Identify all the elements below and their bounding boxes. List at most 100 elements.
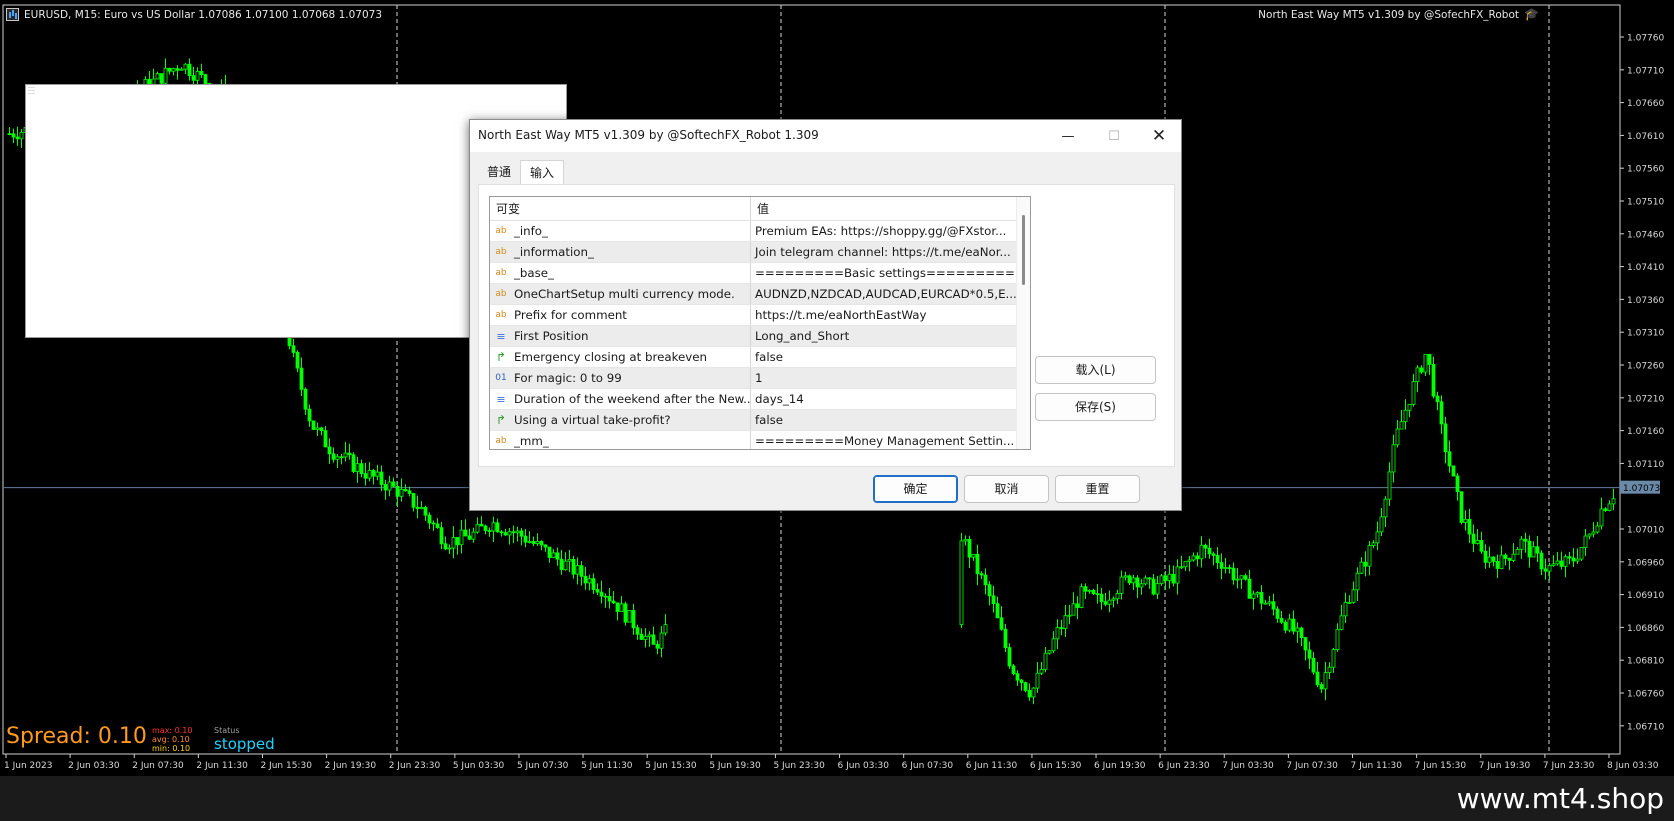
input-row[interactable]: ab _base_ =========Basic settings========= — [490, 263, 1030, 284]
input-value-cell[interactable]: Long_and_Short — [751, 326, 1016, 346]
input-row[interactable]: ≡ Duration of the weekend after the New..… — [490, 389, 1030, 410]
candle-body — [495, 522, 500, 533]
input-value-cell[interactable]: =========Money Management Settin... — [751, 431, 1016, 449]
price-label: 1.07010 — [1627, 526, 1664, 536]
candle-body — [1163, 575, 1168, 581]
candle-body — [375, 471, 380, 477]
candle-body — [351, 454, 356, 472]
ok-button[interactable]: 确定 — [873, 475, 958, 503]
time-label: 7 Jun 19:30 — [1479, 761, 1531, 771]
input-name-cell[interactable]: ≡ First Position — [490, 326, 751, 346]
candle-body — [315, 427, 320, 430]
candle-body — [1391, 444, 1396, 473]
candle-body — [403, 489, 408, 492]
input-row[interactable]: ab OneChartSetup multi currency mode. AUDN… — [490, 284, 1030, 305]
candle-body — [567, 559, 572, 562]
depth-of-market-icon[interactable] — [6, 8, 19, 21]
maximize-button[interactable]: ☐ — [1091, 120, 1137, 152]
candle-body — [487, 530, 492, 532]
candle-body — [591, 578, 596, 590]
candle-body — [499, 531, 504, 534]
input-value-cell[interactable]: false — [751, 347, 1016, 367]
candle-body — [1339, 615, 1344, 630]
candle-body — [1267, 601, 1272, 604]
candle-body — [1611, 498, 1616, 505]
input-name-cell[interactable]: ab _mm_ — [490, 431, 751, 449]
load-button[interactable]: 载入(L) — [1035, 356, 1156, 384]
time-label: 5 Jun 11:30 — [581, 761, 633, 771]
input-name-cell[interactable]: 01 For magic: 0 to 99 — [490, 368, 751, 388]
input-value-cell[interactable]: days_14 — [751, 389, 1016, 409]
dialog-tabs: 普通 输入 — [478, 160, 565, 184]
price-label: 1.07510 — [1627, 198, 1664, 208]
candle-body — [1371, 542, 1376, 546]
input-value-cell[interactable]: false — [751, 410, 1016, 430]
input-name-cell[interactable]: ↱ Emergency closing at breakeven — [490, 347, 751, 367]
input-value-cell[interactable]: AUDNZD,NZDCAD,AUDCAD,EURCAD*0.5,E... — [751, 284, 1016, 304]
input-value-cell[interactable]: =========Basic settings========= — [751, 263, 1016, 283]
input-name-cell[interactable]: ≡ Duration of the weekend after the New..… — [490, 389, 751, 409]
candle-body — [1347, 601, 1352, 604]
candle-body — [191, 75, 196, 81]
time-label: 6 Jun 03:30 — [838, 761, 890, 771]
candle-body — [19, 132, 24, 140]
candle-body — [295, 352, 300, 369]
scrollbar-thumb[interactable] — [1022, 215, 1025, 285]
dialog-titlebar[interactable]: North East Way MT5 v1.309 by @SoftechFX_… — [470, 120, 1181, 152]
input-row[interactable]: ↱ Emergency closing at breakeven false — [490, 347, 1030, 368]
minimize-button[interactable]: — — [1045, 120, 1091, 152]
cancel-button[interactable]: 取消 — [964, 475, 1049, 503]
reset-button[interactable]: 重置 — [1055, 475, 1140, 503]
input-name-cell[interactable]: ↱ Using a virtual take-profit? — [490, 410, 751, 430]
close-button[interactable]: ✕ — [1136, 120, 1182, 152]
input-value-cell[interactable]: https://t.me/eaNorthEastWay — [751, 305, 1016, 325]
candle-body — [415, 506, 420, 510]
column-header-value[interactable]: 值 — [751, 197, 1016, 220]
tab-common[interactable]: 普通 — [478, 160, 520, 184]
input-row[interactable]: ↱ Using a virtual take-profit? false — [490, 410, 1030, 431]
candle-body — [311, 420, 316, 430]
candle-body — [1183, 560, 1188, 568]
candle-body — [963, 539, 968, 542]
input-name-cell[interactable]: ab _information_ — [490, 242, 751, 262]
input-value-cell[interactable]: 1 — [751, 368, 1016, 388]
candle-body — [627, 610, 632, 623]
input-row[interactable]: ab _information_ Join telegram channel: ht… — [490, 242, 1030, 263]
candle-body — [363, 473, 368, 479]
input-row[interactable]: 01 For magic: 0 to 99 1 — [490, 368, 1030, 389]
maximize-icon: ☐ — [1108, 128, 1120, 144]
candle-body — [1003, 628, 1008, 648]
input-name-cell[interactable]: ab OneChartSetup multi currency mode. — [490, 284, 751, 304]
candle-body — [1559, 560, 1564, 567]
candle-body — [1575, 558, 1580, 562]
input-name-cell[interactable]: ab Prefix for comment — [490, 305, 751, 325]
input-name-cell[interactable]: ab _info_ — [490, 221, 751, 241]
column-header-variable[interactable]: 可变 — [490, 197, 751, 220]
input-name-cell[interactable]: ab _base_ — [490, 263, 751, 283]
input-value-cell[interactable]: Premium EAs: https://shoppy.gg/@FXstor..… — [751, 221, 1016, 241]
candle-body — [1127, 575, 1132, 584]
input-row[interactable]: ab _info_ Premium EAs: https://shoppy.gg/@… — [490, 221, 1030, 242]
candle-body — [439, 527, 444, 545]
candle-body — [1435, 395, 1440, 403]
enum-type-icon: ≡ — [496, 329, 506, 343]
input-row[interactable]: ab _mm_ =========Money Management Settin..… — [490, 431, 1030, 449]
candle-body — [1591, 531, 1596, 535]
candle-body — [571, 559, 576, 575]
candle-body — [1531, 546, 1536, 558]
input-name: _mm_ — [514, 434, 549, 448]
candle-body — [383, 484, 388, 491]
ea-properties-dialog: North East Way MT5 v1.309 by @SoftechFX_… — [469, 119, 1182, 511]
table-scrollbar[interactable] — [1016, 197, 1030, 449]
expert-hat-icon[interactable]: 🎓 — [1524, 8, 1539, 20]
tab-inputs[interactable]: 输入 — [520, 160, 565, 184]
input-row[interactable]: ≡ First Position Long_and_Short — [490, 326, 1030, 347]
price-label: 1.06910 — [1627, 591, 1664, 601]
save-button[interactable]: 保存(S) — [1035, 393, 1156, 421]
input-value-cell[interactable]: Join telegram channel: https://t.me/eaNo… — [751, 242, 1016, 262]
candle-body — [1247, 578, 1252, 599]
input-row[interactable]: ab Prefix for comment https://t.me/eaNorth… — [490, 305, 1030, 326]
candle-body — [1091, 589, 1096, 595]
candle-body — [1363, 561, 1368, 567]
candle-body — [1579, 547, 1584, 560]
